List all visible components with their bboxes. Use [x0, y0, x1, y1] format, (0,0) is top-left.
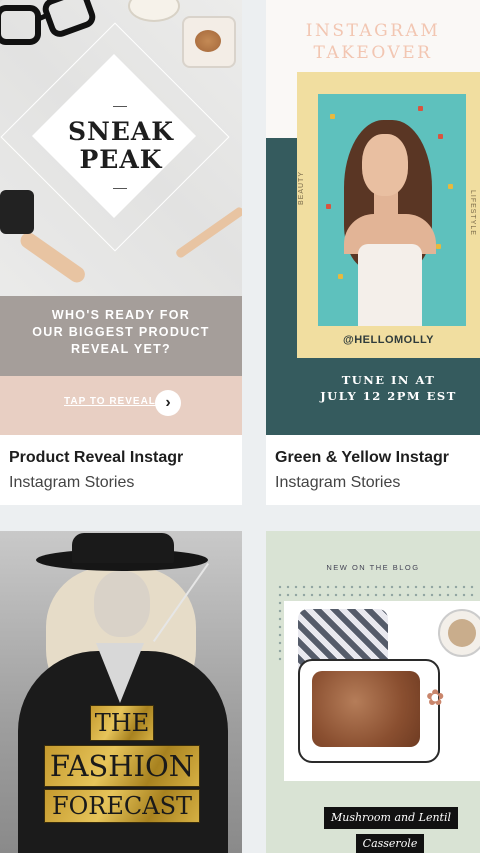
heading-line: INSTAGRAM [305, 21, 441, 41]
title-word: THE [90, 705, 154, 741]
tune-line: JULY 12 2PM EST [320, 389, 457, 403]
title-word: FORECAST [44, 789, 200, 823]
band-line: REVEAL YET? [71, 342, 171, 356]
template-card-green-yellow[interactable]: INSTAGRAM TAKEOVER BEAUTY LIFESTYLE @HEL… [266, 0, 480, 505]
takeover-heading: INSTAGRAM TAKEOVER [266, 20, 480, 64]
card-title: Green & Yellow Instagr [275, 449, 449, 466]
confetti [436, 244, 441, 249]
casserole-food-image [312, 671, 420, 747]
template-thumbnail[interactable]: SNEAK PEAK WHO'S READY FOR OUR BIGGEST P… [0, 0, 242, 435]
divider [113, 106, 127, 107]
template-thumbnail[interactable]: INSTAGRAM TAKEOVER BEAUTY LIFESTYLE @HEL… [266, 0, 480, 435]
tune-line: TUNE IN AT [341, 373, 436, 387]
blog-label: NEW ON THE BLOG [326, 563, 420, 572]
chevron-right-icon: › [155, 390, 181, 416]
cta-band: TAP TO REVEAL › [0, 376, 242, 435]
headline-line: SNEAK [67, 117, 175, 146]
tune-in-text: TUNE IN AT JULY 12 2PM EST [297, 372, 480, 404]
handle-text: @HELLOMOLLY [343, 334, 434, 346]
card-title: Product Reveal Instagr [9, 449, 184, 466]
confetti [326, 204, 331, 209]
face [94, 571, 150, 637]
template-thumbnail[interactable]: NEW ON THE BLOG ✿ Mushroom and Lentil Ca… [266, 531, 480, 853]
confetti [418, 106, 423, 111]
confetti [438, 134, 443, 139]
template-card-blog-post[interactable]: NEW ON THE BLOG ✿ Mushroom and Lentil Ca… [266, 531, 480, 853]
headline: SNEAK PEAK [0, 118, 242, 174]
coffee-cup-image [438, 609, 480, 657]
confetti [330, 114, 335, 119]
template-card-product-reveal[interactable]: SNEAK PEAK WHO'S READY FOR OUR BIGGEST P… [0, 0, 242, 505]
confetti [448, 184, 453, 189]
flower-icon: ✿ [426, 685, 445, 710]
dress [358, 244, 422, 326]
recipe-tag: Casserole [356, 834, 424, 853]
card-subtitle: Instagram Stories [9, 474, 135, 491]
recipe-tag: Mushroom and Lentil [324, 807, 458, 829]
face [362, 134, 408, 196]
cta-text: TAP TO REVEAL [64, 396, 156, 407]
card-subtitle: Instagram Stories [275, 474, 401, 491]
jar-image [182, 16, 236, 68]
question-band: WHO'S READY FOR OUR BIGGEST PRODUCT REVE… [0, 296, 242, 376]
card-caption: Product Reveal Instagr Instagram Stories [0, 435, 242, 505]
headline-line: PEAK [79, 145, 163, 174]
title-word: FASHION [44, 745, 200, 787]
divider [113, 188, 127, 189]
band-line: OUR BIGGEST PRODUCT [32, 325, 210, 339]
heading-line: TAKEOVER [313, 43, 433, 63]
watch-image [0, 190, 34, 234]
band-line: WHO'S READY FOR [51, 308, 191, 322]
template-thumbnail[interactable]: THE FASHION FORECAST [0, 531, 242, 853]
confetti [338, 274, 343, 279]
template-card-fashion-forecast[interactable]: THE FASHION FORECAST [0, 531, 242, 853]
card-caption: Green & Yellow Instagr Instagram Stories [266, 435, 480, 505]
side-label-right: LIFESTYLE [469, 190, 476, 236]
model-photo [318, 94, 466, 326]
side-label-left: BEAUTY [298, 170, 305, 205]
hat-crown [72, 533, 174, 563]
